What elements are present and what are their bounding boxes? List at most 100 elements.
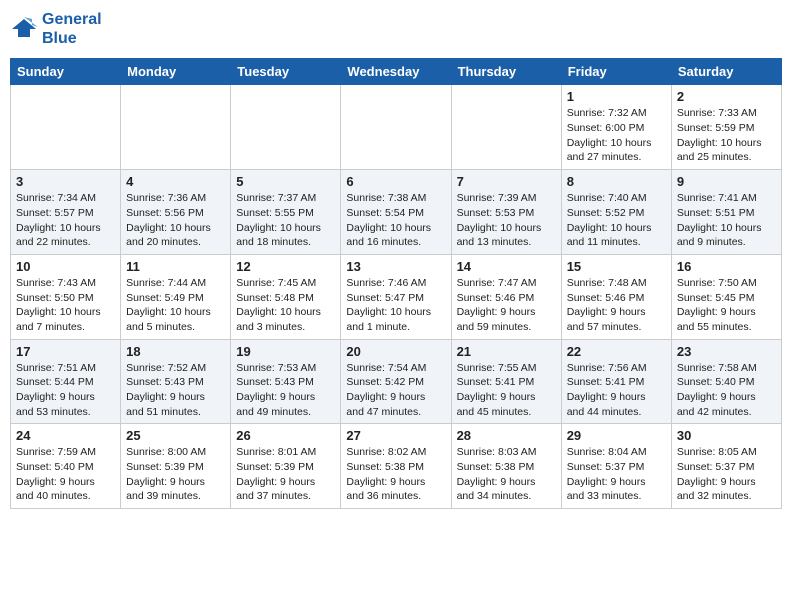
- calendar-cell: 11 Sunrise: 7:44 AM Sunset: 5:49 PM Dayli…: [121, 254, 231, 339]
- day-info: Sunrise: 8:04 AM Sunset: 5:37 PM Dayligh…: [567, 445, 666, 504]
- calendar-cell: 6 Sunrise: 7:38 AM Sunset: 5:54 PM Daylig…: [341, 170, 451, 255]
- day-number: 27: [346, 428, 445, 443]
- day-info: Sunrise: 7:32 AM Sunset: 6:00 PM Dayligh…: [567, 106, 666, 165]
- day-number: 28: [457, 428, 556, 443]
- day-info: Sunrise: 7:52 AM Sunset: 5:43 PM Dayligh…: [126, 361, 225, 420]
- calendar-cell: [231, 85, 341, 170]
- calendar-cell: 8Sunrise: 7:40 AM Sunset: 5:52 PM Daylig…: [561, 170, 671, 255]
- day-number: 20: [346, 344, 445, 359]
- page-header: General Blue: [10, 10, 782, 48]
- day-info: Sunrise: 7:38 AM Sunset: 5:54 PM Dayligh…: [346, 191, 445, 250]
- day-info: Sunrise: 7:46 AM Sunset: 5:47 PM Dayligh…: [346, 276, 445, 335]
- day-info: Sunrise: 7:59 AM Sunset: 5:40 PM Dayligh…: [16, 445, 115, 504]
- day-info: Sunrise: 7:55 AM Sunset: 5:41 PM Dayligh…: [457, 361, 556, 420]
- day-number: 3: [16, 174, 115, 189]
- day-info: Sunrise: 8:03 AM Sunset: 5:38 PM Dayligh…: [457, 445, 556, 504]
- day-info: Sunrise: 7:44 AM Sunset: 5:49 PM Dayligh…: [126, 276, 225, 335]
- day-number: 22: [567, 344, 666, 359]
- calendar-cell: 2Sunrise: 7:33 AM Sunset: 5:59 PM Daylig…: [671, 85, 781, 170]
- day-number: 23: [677, 344, 776, 359]
- calendar-cell: 17 Sunrise: 7:51 AM Sunset: 5:44 PM Dayli…: [11, 339, 121, 424]
- calendar-cell: [121, 85, 231, 170]
- calendar-cell: 1 Sunrise: 7:32 AM Sunset: 6:00 PM Daylig…: [561, 85, 671, 170]
- calendar-cell: 13 Sunrise: 7:46 AM Sunset: 5:47 PM Dayli…: [341, 254, 451, 339]
- weekday-header-saturday: Saturday: [671, 59, 781, 85]
- day-number: 8: [567, 174, 666, 189]
- day-number: 17: [16, 344, 115, 359]
- logo-icon: [10, 15, 38, 43]
- calendar-table: SundayMondayTuesdayWednesdayThursdayFrid…: [10, 58, 782, 509]
- calendar-header-row: SundayMondayTuesdayWednesdayThursdayFrid…: [11, 59, 782, 85]
- weekday-header-friday: Friday: [561, 59, 671, 85]
- day-info: Sunrise: 7:56 AM Sunset: 5:41 PM Dayligh…: [567, 361, 666, 420]
- day-number: 18: [126, 344, 225, 359]
- day-info: Sunrise: 7:53 AM Sunset: 5:43 PM Dayligh…: [236, 361, 335, 420]
- day-number: 5: [236, 174, 335, 189]
- day-number: 30: [677, 428, 776, 443]
- day-info: Sunrise: 7:50 AM Sunset: 5:45 PM Dayligh…: [677, 276, 776, 335]
- day-number: 12: [236, 259, 335, 274]
- calendar-cell: 23Sunrise: 7:58 AM Sunset: 5:40 PM Dayli…: [671, 339, 781, 424]
- day-info: Sunrise: 7:51 AM Sunset: 5:44 PM Dayligh…: [16, 361, 115, 420]
- logo: General Blue: [10, 10, 102, 48]
- weekday-header-tuesday: Tuesday: [231, 59, 341, 85]
- day-number: 21: [457, 344, 556, 359]
- calendar-body: 1 Sunrise: 7:32 AM Sunset: 6:00 PM Daylig…: [11, 85, 782, 509]
- day-number: 14: [457, 259, 556, 274]
- day-info: Sunrise: 7:37 AM Sunset: 5:55 PM Dayligh…: [236, 191, 335, 250]
- day-number: 9: [677, 174, 776, 189]
- calendar-cell: 19 Sunrise: 7:53 AM Sunset: 5:43 PM Dayli…: [231, 339, 341, 424]
- day-info: Sunrise: 7:45 AM Sunset: 5:48 PM Dayligh…: [236, 276, 335, 335]
- calendar-cell: 29 Sunrise: 8:04 AM Sunset: 5:37 PM Dayli…: [561, 424, 671, 509]
- weekday-header-wednesday: Wednesday: [341, 59, 451, 85]
- day-number: 19: [236, 344, 335, 359]
- day-number: 16: [677, 259, 776, 274]
- day-number: 4: [126, 174, 225, 189]
- calendar-cell: 12 Sunrise: 7:45 AM Sunset: 5:48 PM Dayli…: [231, 254, 341, 339]
- calendar-cell: 10Sunrise: 7:43 AM Sunset: 5:50 PM Dayli…: [11, 254, 121, 339]
- calendar-cell: 14 Sunrise: 7:47 AM Sunset: 5:46 PM Dayli…: [451, 254, 561, 339]
- day-info: Sunrise: 7:34 AM Sunset: 5:57 PM Dayligh…: [16, 191, 115, 250]
- calendar-cell: 27 Sunrise: 8:02 AM Sunset: 5:38 PM Dayli…: [341, 424, 451, 509]
- calendar-cell: 28 Sunrise: 8:03 AM Sunset: 5:38 PM Dayli…: [451, 424, 561, 509]
- day-info: Sunrise: 7:33 AM Sunset: 5:59 PM Dayligh…: [677, 106, 776, 165]
- calendar-week-1: 3 Sunrise: 7:34 AM Sunset: 5:57 PM Daylig…: [11, 170, 782, 255]
- calendar-cell: 7 Sunrise: 7:39 AM Sunset: 5:53 PM Daylig…: [451, 170, 561, 255]
- calendar-cell: 9 Sunrise: 7:41 AM Sunset: 5:51 PM Daylig…: [671, 170, 781, 255]
- day-number: 24: [16, 428, 115, 443]
- day-number: 26: [236, 428, 335, 443]
- day-info: Sunrise: 7:47 AM Sunset: 5:46 PM Dayligh…: [457, 276, 556, 335]
- calendar-cell: 30 Sunrise: 8:05 AM Sunset: 5:37 PM Dayli…: [671, 424, 781, 509]
- weekday-header-sunday: Sunday: [11, 59, 121, 85]
- day-number: 13: [346, 259, 445, 274]
- calendar-cell: 20 Sunrise: 7:54 AM Sunset: 5:42 PM Dayli…: [341, 339, 451, 424]
- calendar-week-3: 17 Sunrise: 7:51 AM Sunset: 5:44 PM Dayli…: [11, 339, 782, 424]
- day-number: 1: [567, 89, 666, 104]
- day-number: 6: [346, 174, 445, 189]
- day-number: 11: [126, 259, 225, 274]
- day-info: Sunrise: 7:54 AM Sunset: 5:42 PM Dayligh…: [346, 361, 445, 420]
- day-number: 10: [16, 259, 115, 274]
- calendar-cell: 15Sunrise: 7:48 AM Sunset: 5:46 PM Dayli…: [561, 254, 671, 339]
- day-info: Sunrise: 8:00 AM Sunset: 5:39 PM Dayligh…: [126, 445, 225, 504]
- calendar-cell: [451, 85, 561, 170]
- calendar-cell: 18 Sunrise: 7:52 AM Sunset: 5:43 PM Dayli…: [121, 339, 231, 424]
- day-info: Sunrise: 8:05 AM Sunset: 5:37 PM Dayligh…: [677, 445, 776, 504]
- day-info: Sunrise: 8:02 AM Sunset: 5:38 PM Dayligh…: [346, 445, 445, 504]
- day-number: 29: [567, 428, 666, 443]
- day-number: 25: [126, 428, 225, 443]
- day-info: Sunrise: 7:41 AM Sunset: 5:51 PM Dayligh…: [677, 191, 776, 250]
- calendar-cell: 24 Sunrise: 7:59 AM Sunset: 5:40 PM Dayli…: [11, 424, 121, 509]
- calendar-cell: 5 Sunrise: 7:37 AM Sunset: 5:55 PM Daylig…: [231, 170, 341, 255]
- calendar-cell: [11, 85, 121, 170]
- day-info: Sunrise: 7:36 AM Sunset: 5:56 PM Dayligh…: [126, 191, 225, 250]
- calendar-cell: [341, 85, 451, 170]
- day-info: Sunrise: 8:01 AM Sunset: 5:39 PM Dayligh…: [236, 445, 335, 504]
- day-number: 15: [567, 259, 666, 274]
- day-info: Sunrise: 7:39 AM Sunset: 5:53 PM Dayligh…: [457, 191, 556, 250]
- weekday-header-monday: Monday: [121, 59, 231, 85]
- calendar-cell: 22 Sunrise: 7:56 AM Sunset: 5:41 PM Dayli…: [561, 339, 671, 424]
- calendar-cell: 26 Sunrise: 8:01 AM Sunset: 5:39 PM Dayli…: [231, 424, 341, 509]
- day-number: 7: [457, 174, 556, 189]
- calendar-week-2: 10Sunrise: 7:43 AM Sunset: 5:50 PM Dayli…: [11, 254, 782, 339]
